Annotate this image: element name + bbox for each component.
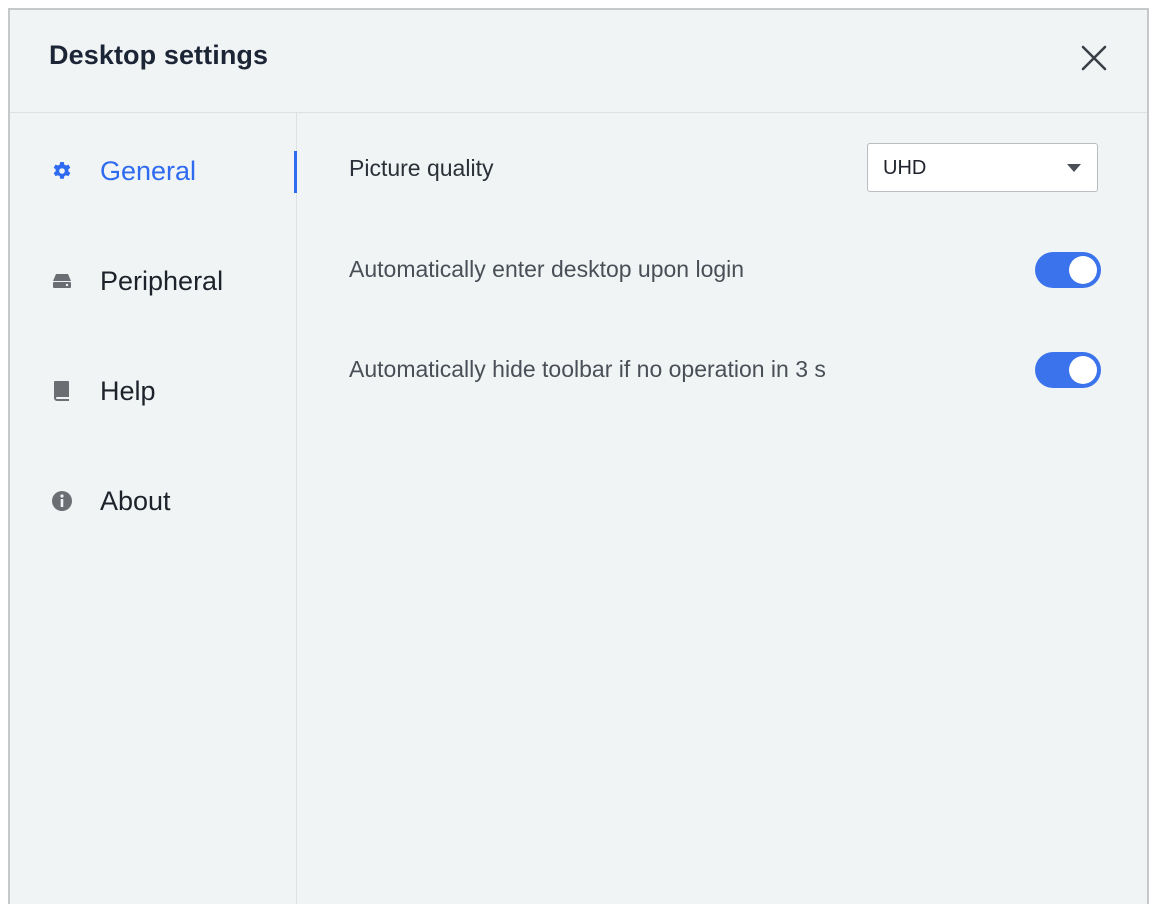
sidebar-item-label: General <box>100 156 197 186</box>
sidebar-item-about[interactable]: About <box>10 471 296 531</box>
dialog-title: Desktop settings <box>49 40 269 70</box>
book-icon <box>50 379 74 403</box>
auto-hide-toolbar-toggle[interactable] <box>1035 352 1101 388</box>
picture-quality-value: UHD <box>883 157 927 179</box>
general-settings-panel: Picture quality UHD Automatically enter … <box>297 113 1147 904</box>
caret-down-icon <box>1066 163 1082 173</box>
picture-quality-select[interactable]: UHD <box>867 143 1098 192</box>
sidebar-item-peripheral[interactable]: Peripheral <box>10 251 296 311</box>
drive-icon <box>50 269 74 293</box>
auto-hide-toolbar-label: Automatically hide toolbar if no operati… <box>349 356 826 382</box>
sidebar-item-label: Peripheral <box>100 266 224 296</box>
info-icon <box>50 489 74 513</box>
close-icon <box>1081 45 1107 71</box>
toggle-knob <box>1069 356 1097 384</box>
settings-dialog: Desktop settings General Peripheral Help… <box>8 8 1149 904</box>
auto-enter-desktop-label: Automatically enter desktop upon login <box>349 256 745 282</box>
sidebar-item-general[interactable]: General <box>10 141 297 201</box>
gear-icon <box>50 159 74 183</box>
dialog-header: Desktop settings <box>10 10 1147 113</box>
settings-sidebar: General Peripheral Help About <box>10 113 297 904</box>
sidebar-item-help[interactable]: Help <box>10 361 296 421</box>
sidebar-item-label: About <box>100 486 171 516</box>
close-button[interactable] <box>1076 40 1112 76</box>
picture-quality-label: Picture quality <box>349 155 494 181</box>
toggle-knob <box>1069 256 1097 284</box>
auto-enter-desktop-toggle[interactable] <box>1035 252 1101 288</box>
sidebar-item-label: Help <box>100 376 156 406</box>
